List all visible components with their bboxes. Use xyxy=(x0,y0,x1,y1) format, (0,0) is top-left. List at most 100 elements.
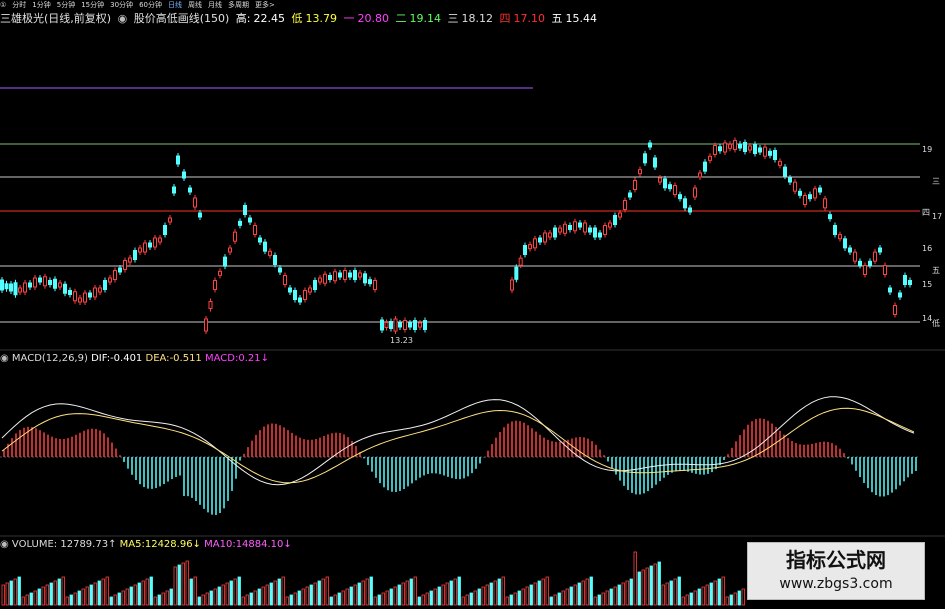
candle-body xyxy=(273,255,277,265)
volume-bar xyxy=(353,584,357,606)
candle-body xyxy=(138,247,142,253)
candle-body xyxy=(103,280,107,290)
candle-body xyxy=(176,155,180,165)
candle-body xyxy=(618,212,622,218)
candle-body xyxy=(258,237,262,243)
candle-body xyxy=(783,166,787,177)
candle-body xyxy=(593,227,597,238)
candle-body xyxy=(893,305,897,315)
volume-bar xyxy=(177,564,181,606)
volume-bar xyxy=(637,571,641,606)
volume-bar xyxy=(693,590,697,606)
volume-bar xyxy=(701,586,705,606)
volume-bar xyxy=(389,588,393,606)
candle-body xyxy=(208,301,213,309)
candle-body xyxy=(873,251,877,262)
macd-name[interactable]: MACD(12,26,9) xyxy=(12,353,88,364)
volume-bar xyxy=(261,586,265,606)
candle-body xyxy=(23,282,27,293)
candle-body xyxy=(863,265,867,275)
volume-bar xyxy=(25,594,29,606)
candle-body xyxy=(53,278,57,289)
volume-bar xyxy=(121,590,125,606)
candle-body xyxy=(628,192,632,198)
volume-bar xyxy=(17,576,21,606)
candle-body xyxy=(0,279,4,291)
candle-body xyxy=(123,260,127,270)
candle-body xyxy=(182,171,186,179)
candle-body xyxy=(728,143,732,149)
volume-label[interactable]: VOLUME: xyxy=(12,539,57,550)
candle-body xyxy=(858,260,862,266)
candle-body xyxy=(328,275,332,280)
candle-body xyxy=(98,287,102,293)
volume-bar xyxy=(229,580,233,606)
candle-body xyxy=(158,237,162,243)
volume-bar xyxy=(417,596,421,606)
volume-bar xyxy=(57,578,61,606)
candle-body xyxy=(168,217,172,223)
volume-bar xyxy=(97,580,101,606)
volume-bar xyxy=(101,578,105,606)
volume-bar xyxy=(309,584,313,606)
candle-body xyxy=(243,205,247,215)
volume-bar xyxy=(237,576,241,606)
candle-body xyxy=(223,256,227,267)
volume-bar xyxy=(145,578,149,606)
candle-body xyxy=(778,160,782,166)
volume-bar xyxy=(669,580,673,606)
volume-bar xyxy=(605,590,609,606)
price-axis-label: 14 xyxy=(922,314,933,323)
volume-bar xyxy=(257,588,261,606)
candle-body xyxy=(718,146,722,152)
volume-bar xyxy=(537,580,541,606)
candle-body xyxy=(43,276,47,287)
candle-body xyxy=(63,283,67,294)
candle-body xyxy=(93,287,97,298)
candle-body xyxy=(423,320,427,330)
volume-bar xyxy=(373,596,377,606)
volume-bar xyxy=(433,588,437,606)
candle-body xyxy=(603,225,607,235)
candle-body xyxy=(293,290,297,300)
candle-body xyxy=(380,319,384,331)
candle-body xyxy=(868,260,872,266)
candle-body xyxy=(583,222,587,233)
volume-bar xyxy=(673,578,677,606)
candle-body xyxy=(323,273,327,284)
candle-body xyxy=(788,177,792,183)
volume-bar xyxy=(285,596,289,606)
volume-bar xyxy=(469,592,473,606)
volume-bar xyxy=(93,582,97,606)
volume-bar xyxy=(337,592,341,606)
volume-bar xyxy=(113,594,117,606)
candle-body xyxy=(38,277,42,283)
price-axis-label: 16 xyxy=(922,244,933,253)
candle-body xyxy=(723,142,727,153)
candle-body xyxy=(338,272,342,278)
candle-body xyxy=(113,270,117,280)
circle-icon: ◉ xyxy=(0,353,9,364)
volume-bar xyxy=(409,578,413,606)
volume-bar xyxy=(281,576,285,606)
volume-bar xyxy=(165,590,169,606)
candle-body xyxy=(48,280,52,285)
price-axis-label: 低 xyxy=(932,319,940,328)
volume-bar xyxy=(77,590,81,606)
volume-bar xyxy=(273,580,277,606)
volume-bar xyxy=(305,586,309,606)
candle-body xyxy=(838,234,842,240)
volume-bar xyxy=(41,586,45,606)
volume-bar xyxy=(361,580,365,606)
volume-bar xyxy=(445,582,449,606)
candle-body xyxy=(68,290,72,295)
volume-bar xyxy=(185,560,189,606)
candle-body xyxy=(748,145,752,151)
volume-bar xyxy=(589,576,593,606)
kline-chart[interactable] xyxy=(0,0,945,609)
candle-body xyxy=(393,318,398,332)
candle-body xyxy=(743,142,747,152)
candle-body xyxy=(763,146,767,157)
volume-header: ◉ VOLUME: 12789.73↑ MA5:12428.96↓ MA10:1… xyxy=(0,538,292,552)
candle-body xyxy=(698,172,702,178)
